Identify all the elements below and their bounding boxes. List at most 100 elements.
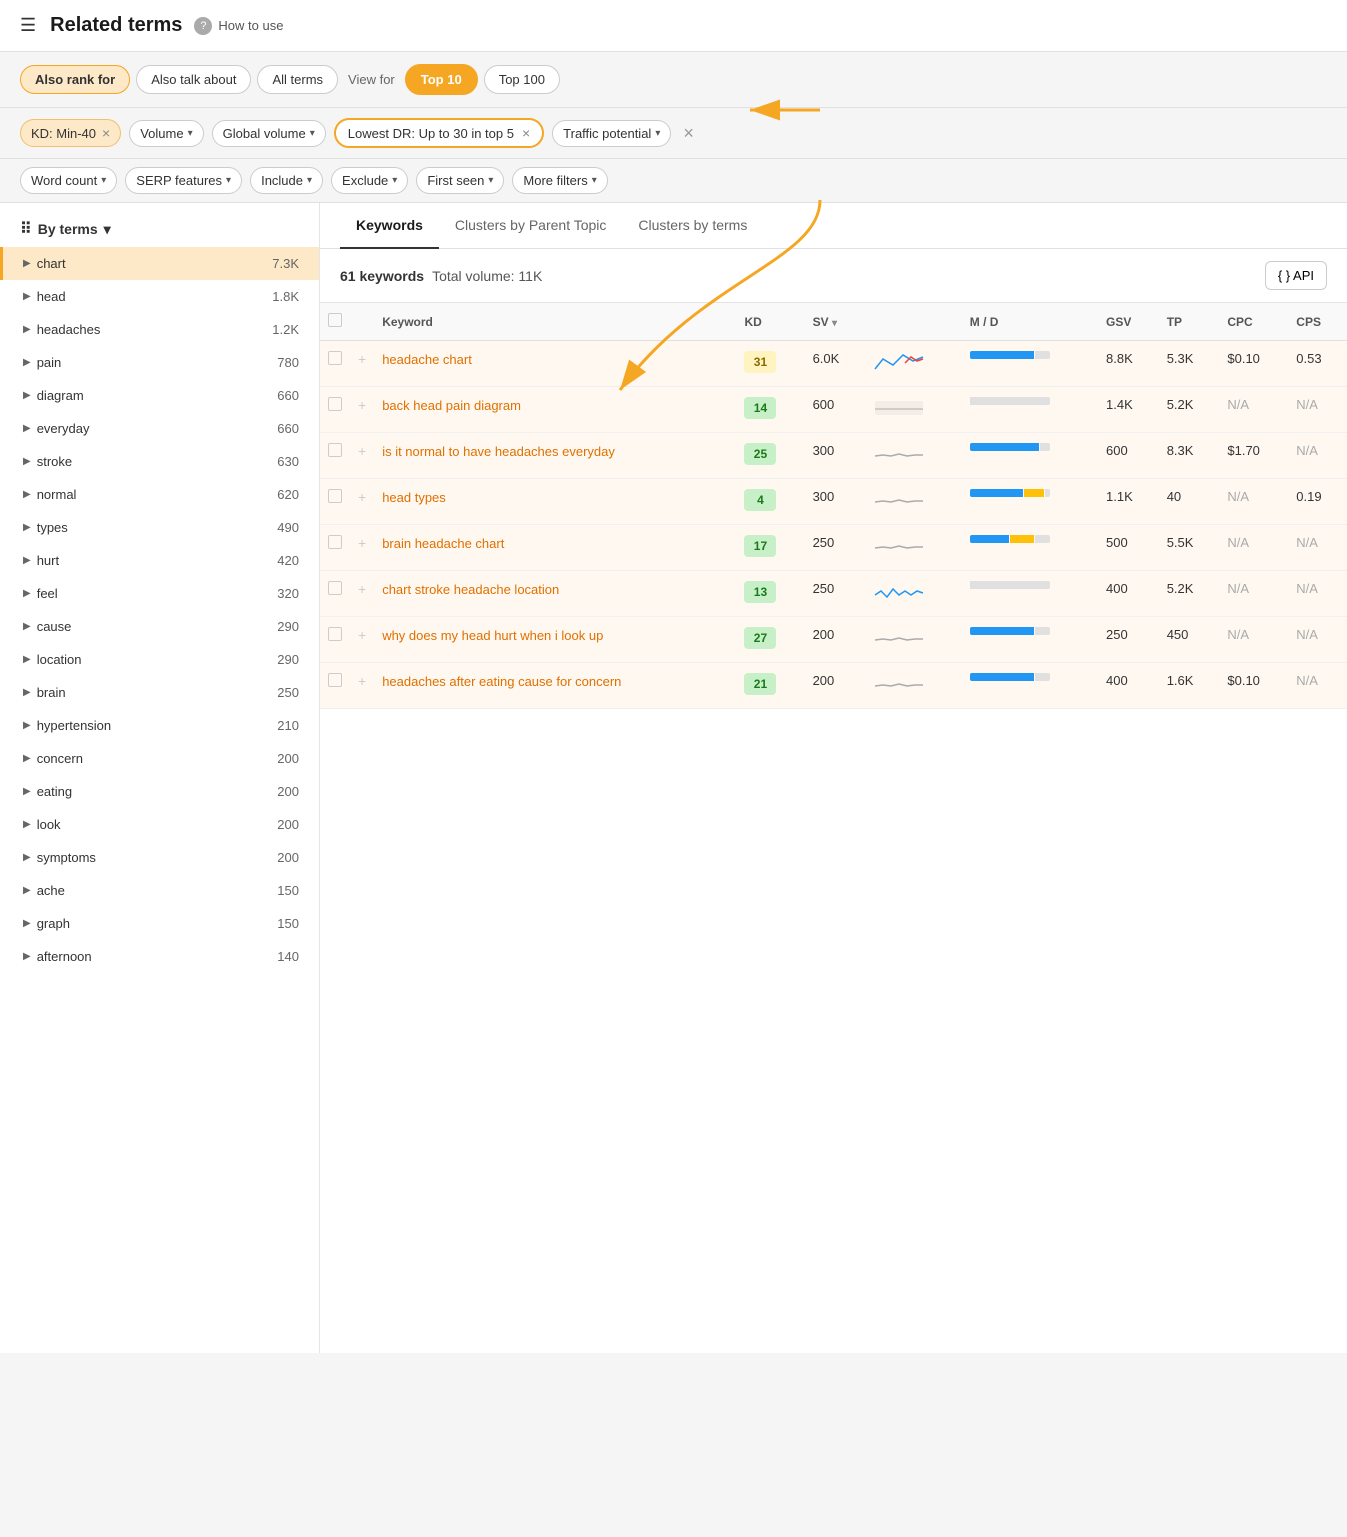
keyword-link-4[interactable]: brain headache chart <box>382 536 504 551</box>
md-bar <box>970 351 1050 359</box>
keyword-link-5[interactable]: chart stroke headache location <box>382 582 559 597</box>
row-checkbox-3[interactable] <box>328 489 342 503</box>
exclude-filter[interactable]: Exclude ▾ <box>331 167 408 194</box>
sidebar-item-hypertension[interactable]: ▶ hypertension 210 <box>0 709 319 742</box>
th-keyword: Keyword <box>374 303 736 341</box>
sidebar-item-ache[interactable]: ▶ ache 150 <box>0 874 319 907</box>
kd-filter-chip[interactable]: KD: Min-40 × <box>20 119 121 147</box>
word-count-arrow: ▾ <box>101 175 106 186</box>
more-filters-label: More filters <box>523 173 587 188</box>
include-filter[interactable]: Include ▾ <box>250 167 323 194</box>
top-100-button[interactable]: Top 100 <box>484 65 560 94</box>
row-checkbox-0[interactable] <box>328 351 342 365</box>
sidebar-item-left-types: ▶ types <box>23 520 68 535</box>
add-keyword-btn-0[interactable]: + <box>358 351 366 367</box>
lowest-dr-filter-remove[interactable]: × <box>522 125 530 141</box>
how-to-use-link[interactable]: How to use <box>218 18 283 33</box>
sidebar-item-hurt[interactable]: ▶ hurt 420 <box>0 544 319 577</box>
api-button[interactable]: { } API <box>1265 261 1327 290</box>
tab-keywords[interactable]: Keywords <box>340 203 439 249</box>
row-checkbox-1[interactable] <box>328 397 342 411</box>
top-10-button[interactable]: Top 10 <box>405 64 478 95</box>
add-keyword-btn-6[interactable]: + <box>358 627 366 643</box>
help-icon[interactable]: ? <box>194 17 212 35</box>
kd-badge-2: 25 <box>744 443 776 465</box>
keyword-link-1[interactable]: back head pain diagram <box>382 398 521 413</box>
row-checkbox-5[interactable] <box>328 581 342 595</box>
add-keyword-btn-1[interactable]: + <box>358 397 366 413</box>
sidebar-item-diagram[interactable]: ▶ diagram 660 <box>0 379 319 412</box>
sidebar-item-afternoon[interactable]: ▶ afternoon 140 <box>0 940 319 973</box>
keyword-link-3[interactable]: head types <box>382 490 446 505</box>
sidebar-term-afternoon: afternoon <box>37 949 92 964</box>
kd-badge-4: 17 <box>744 535 776 557</box>
clear-all-button[interactable]: × <box>683 123 694 144</box>
td-checkbox-3 <box>320 479 350 525</box>
sidebar-count-pain: 780 <box>277 355 299 370</box>
sidebar-item-chart[interactable]: ▶ chart 7.3K <box>0 247 319 280</box>
td-cps-1: N/A <box>1288 387 1347 433</box>
row-checkbox-2[interactable] <box>328 443 342 457</box>
td-md-7 <box>962 663 1098 709</box>
keyword-link-2[interactable]: is it normal to have headaches everyday <box>382 444 615 459</box>
tab-all-terms[interactable]: All terms <box>257 65 338 94</box>
volume-filter-chip[interactable]: Volume ▾ <box>129 120 203 147</box>
row-checkbox-7[interactable] <box>328 673 342 687</box>
tab-also-rank-for[interactable]: Also rank for <box>20 65 130 94</box>
td-cpc-5: N/A <box>1219 571 1288 617</box>
sidebar-item-eating[interactable]: ▶ eating 200 <box>0 775 319 808</box>
sidebar-term-chart: chart <box>37 256 66 271</box>
sidebar-item-pain[interactable]: ▶ pain 780 <box>0 346 319 379</box>
sidebar-term-symptoms: symptoms <box>37 850 96 865</box>
lowest-dr-filter-chip[interactable]: Lowest DR: Up to 30 in top 5 × <box>334 118 544 148</box>
add-keyword-btn-4[interactable]: + <box>358 535 366 551</box>
sidebar-item-symptoms[interactable]: ▶ symptoms 200 <box>0 841 319 874</box>
sidebar-item-brain[interactable]: ▶ brain 250 <box>0 676 319 709</box>
td-keyword-7: headaches after eating cause for concern <box>374 663 736 709</box>
td-md-4 <box>962 525 1098 571</box>
th-checkbox <box>320 303 350 341</box>
sidebar-item-look[interactable]: ▶ look 200 <box>0 808 319 841</box>
first-seen-filter[interactable]: First seen ▾ <box>416 167 504 194</box>
global-volume-filter-chip[interactable]: Global volume ▾ <box>212 120 326 147</box>
sidebar-item-head[interactable]: ▶ head 1.8K <box>0 280 319 313</box>
sidebar-item-headaches[interactable]: ▶ headaches 1.2K <box>0 313 319 346</box>
sidebar-item-concern[interactable]: ▶ concern 200 <box>0 742 319 775</box>
td-md-2 <box>962 433 1098 479</box>
row-checkbox-6[interactable] <box>328 627 342 641</box>
sidebar-item-location[interactable]: ▶ location 290 <box>0 643 319 676</box>
kd-filter-remove[interactable]: × <box>102 125 110 141</box>
row-checkbox-4[interactable] <box>328 535 342 549</box>
keyword-link-7[interactable]: headaches after eating cause for concern <box>382 674 621 689</box>
sidebar-item-cause[interactable]: ▶ cause 290 <box>0 610 319 643</box>
sidebar-item-normal[interactable]: ▶ normal 620 <box>0 478 319 511</box>
select-all-checkbox[interactable] <box>328 313 342 327</box>
sidebar-item-graph[interactable]: ▶ graph 150 <box>0 907 319 940</box>
sidebar-item-left-everyday: ▶ everyday <box>23 421 89 436</box>
keyword-link-6[interactable]: why does my head hurt when i look up <box>382 628 603 643</box>
sidebar-item-feel[interactable]: ▶ feel 320 <box>0 577 319 610</box>
traffic-potential-filter-chip[interactable]: Traffic potential ▾ <box>552 120 671 147</box>
td-gsv-2: 600 <box>1098 433 1159 479</box>
word-count-filter[interactable]: Word count ▾ <box>20 167 117 194</box>
keyword-link-0[interactable]: headache chart <box>382 352 472 367</box>
hamburger-icon[interactable]: ☰ <box>20 15 36 36</box>
tab-also-talk-about[interactable]: Also talk about <box>136 65 251 94</box>
td-gsv-3: 1.1K <box>1098 479 1159 525</box>
tab-clusters-terms[interactable]: Clusters by terms <box>622 203 763 249</box>
by-terms-button[interactable]: ⠿ By terms ▾ <box>20 219 111 239</box>
add-keyword-btn-7[interactable]: + <box>358 673 366 689</box>
th-sv[interactable]: SV ▾ <box>805 303 866 341</box>
serp-features-filter[interactable]: SERP features ▾ <box>125 167 242 194</box>
add-keyword-btn-5[interactable]: + <box>358 581 366 597</box>
more-filters-filter[interactable]: More filters ▾ <box>512 167 607 194</box>
add-keyword-btn-2[interactable]: + <box>358 443 366 459</box>
sidebar-item-stroke[interactable]: ▶ stroke 630 <box>0 445 319 478</box>
sidebar-item-types[interactable]: ▶ types 490 <box>0 511 319 544</box>
sidebar-arrow-ache: ▶ <box>23 885 31 896</box>
sidebar-arrow-headaches: ▶ <box>23 324 31 335</box>
sidebar-item-everyday[interactable]: ▶ everyday 660 <box>0 412 319 445</box>
add-keyword-btn-3[interactable]: + <box>358 489 366 505</box>
td-gsv-4: 500 <box>1098 525 1159 571</box>
tab-clusters-parent[interactable]: Clusters by Parent Topic <box>439 203 622 249</box>
